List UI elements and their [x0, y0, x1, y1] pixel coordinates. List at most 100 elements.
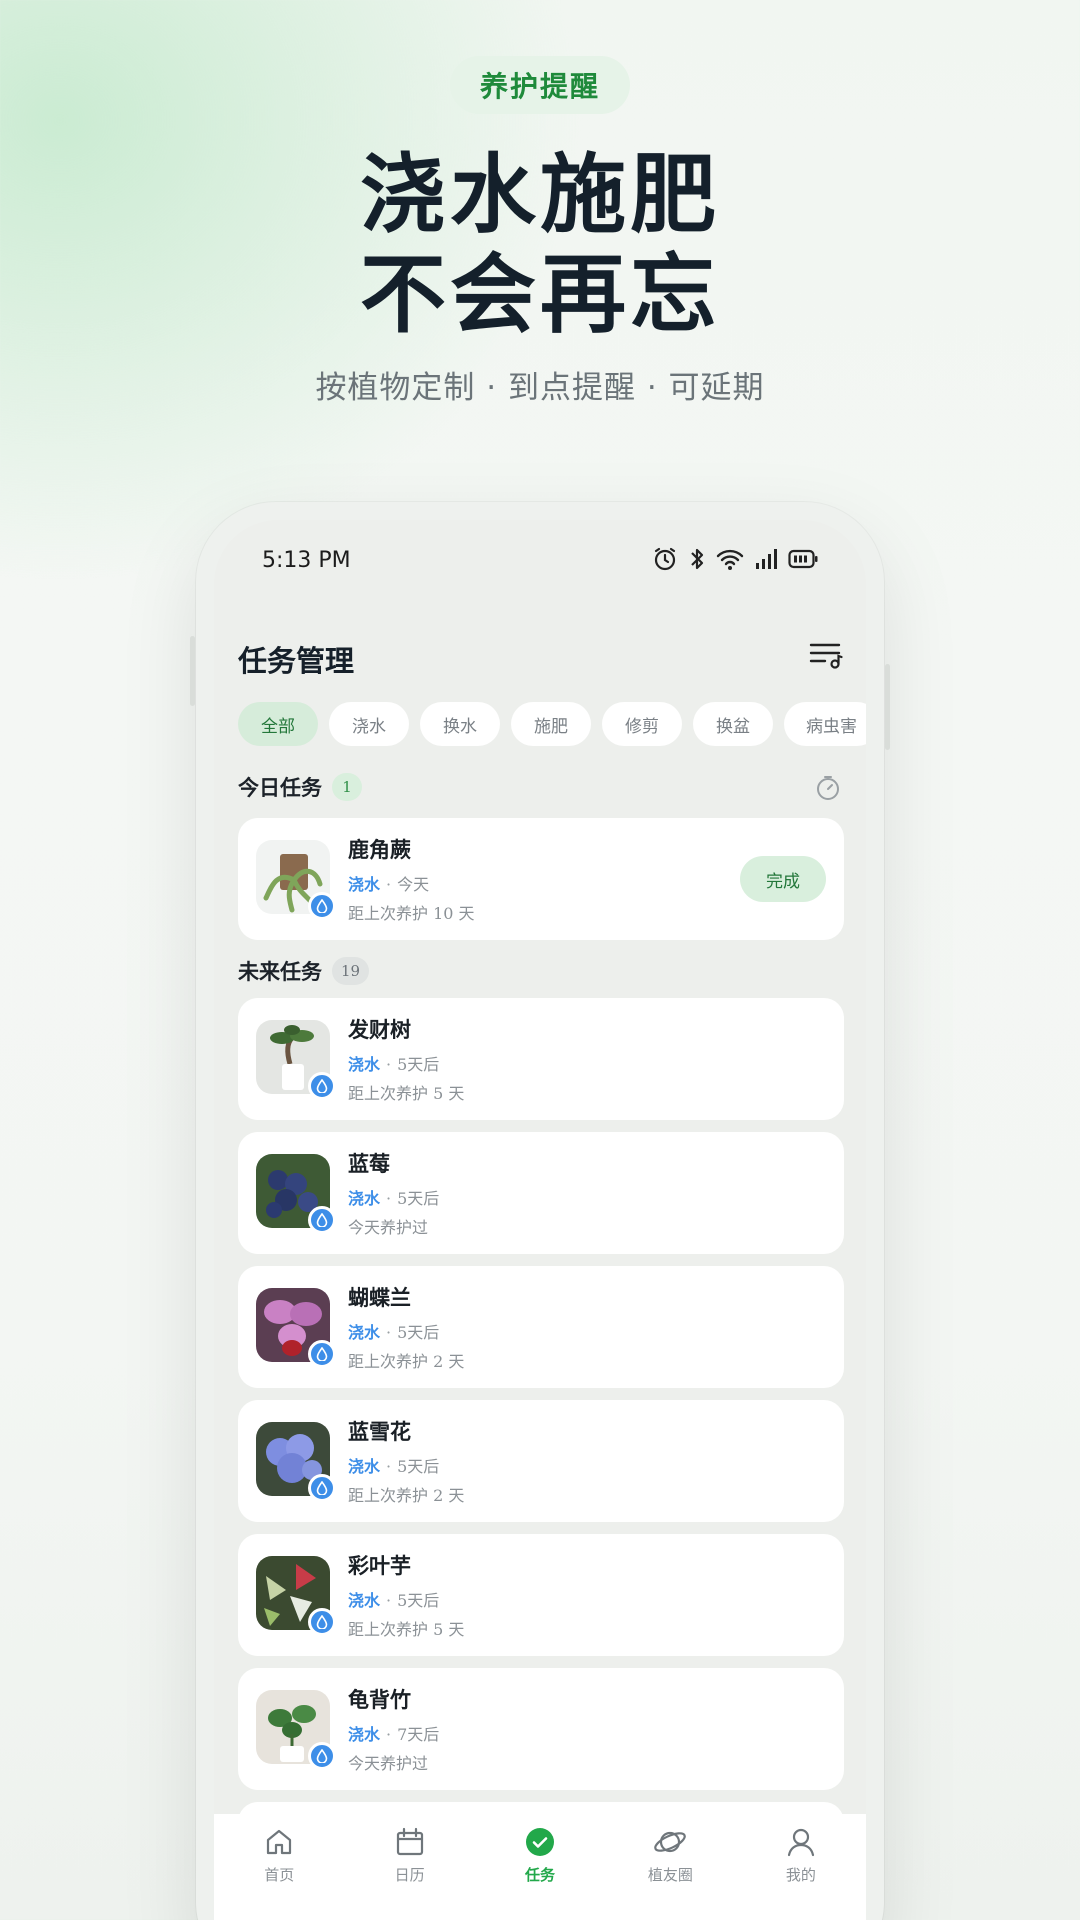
- separator-dot: ·: [386, 1725, 392, 1744]
- future-task-card[interactable]: 蓝雪花 浇水 · 5天后 距上次养护 2 天: [238, 1400, 844, 1522]
- future-section-header: 未来任务 19: [238, 956, 370, 986]
- status-time: 5:13 PM: [262, 548, 351, 573]
- task-due: 5天后: [397, 1055, 440, 1074]
- planet-icon: [654, 1831, 687, 1853]
- tab-community[interactable]: 植友圈: [605, 1814, 735, 1920]
- bottom-tab-bar: 首页 日历 任务 植友圈 我的: [214, 1814, 866, 1920]
- water-drop-icon: [308, 1340, 336, 1368]
- task-type: 浇水: [348, 1725, 381, 1744]
- task-schedule: 浇水 · 5天后: [348, 1319, 439, 1343]
- filter-chip-pest[interactable]: 病虫害: [784, 702, 866, 746]
- profile-icon: [787, 1828, 814, 1857]
- water-drop-icon: [308, 1206, 336, 1234]
- task-schedule: 浇水 · 7天后: [348, 1721, 439, 1745]
- future-section-title: 未来任务: [238, 959, 322, 984]
- task-due: 5天后: [397, 1457, 440, 1476]
- plant-name: 彩叶芋: [348, 1553, 411, 1578]
- filter-chip-change-water[interactable]: 换水: [420, 702, 500, 746]
- filter-chip-prune[interactable]: 修剪: [602, 702, 682, 746]
- tab-label: 日历: [394, 1866, 425, 1884]
- bluetooth-icon: [691, 548, 704, 570]
- promo-headline-line-1: 浇水施肥: [360, 144, 720, 245]
- plant-name: 蝴蝶兰: [348, 1285, 411, 1310]
- future-task-card[interactable]: 发财树 浇水 · 5天后 距上次养护 5 天: [238, 998, 844, 1120]
- task-schedule: 浇水 · 5天后: [348, 1185, 439, 1209]
- future-task-card[interactable]: 龟背竹 浇水 · 7天后 今天养护过: [238, 1668, 844, 1790]
- future-task-card[interactable]: 蝴蝶兰 浇水 · 5天后 距上次养护 2 天: [238, 1266, 844, 1388]
- separator-dot: ·: [386, 1457, 392, 1476]
- water-drop-icon: [308, 1608, 336, 1636]
- plant-name: 鹿角蕨: [348, 837, 411, 862]
- future-task-card[interactable]: 蓝莓 浇水 · 5天后 今天养护过: [238, 1132, 844, 1254]
- water-drop-icon: [308, 1072, 336, 1100]
- future-task-card[interactable]: 彩叶芋 浇水 · 5天后 距上次养护 5 天: [238, 1534, 844, 1656]
- phone-side-button-left: [190, 636, 195, 706]
- today-task-card[interactable]: 鹿角蕨 浇水 · 今天 距上次养护 10 天 完成: [238, 818, 844, 940]
- last-care-note: 今天养护过: [348, 1754, 429, 1773]
- plant-name: 蓝雪花: [348, 1419, 411, 1444]
- water-drop-icon: [308, 1742, 336, 1770]
- task-due: 5天后: [397, 1189, 440, 1208]
- tab-label: 首页: [264, 1866, 295, 1884]
- last-care-note: 距上次养护 10 天: [348, 904, 475, 923]
- task-schedule: 浇水 · 5天后: [348, 1453, 439, 1477]
- tab-calendar[interactable]: 日历: [344, 1814, 474, 1920]
- task-type: 浇水: [348, 1323, 381, 1342]
- tab-tasks[interactable]: 任务: [475, 1814, 605, 1920]
- task-check-icon: [526, 1828, 555, 1856]
- today-section-title: 今日任务: [238, 775, 322, 800]
- task-schedule: 浇水 · 5天后: [348, 1587, 439, 1611]
- filter-chip-repot[interactable]: 换盆: [693, 702, 773, 746]
- promo-headline-line-2: 不会再忘: [360, 244, 720, 345]
- today-count-badge: 1: [332, 773, 362, 801]
- task-type: 浇水: [348, 1457, 381, 1476]
- task-type: 浇水: [348, 875, 381, 894]
- task-type: 浇水: [348, 1055, 381, 1074]
- today-section-header: 今日任务 1: [238, 772, 362, 802]
- future-count-badge: 19: [332, 957, 370, 985]
- last-care-note: 距上次养护 5 天: [348, 1084, 465, 1103]
- filter-chip-water[interactable]: 浇水: [329, 702, 409, 746]
- separator-dot: ·: [386, 1055, 392, 1074]
- separator-dot: ·: [386, 875, 392, 894]
- separator-dot: ·: [386, 1189, 392, 1208]
- sort-filter-icon[interactable]: [808, 640, 844, 670]
- tab-label: 任务: [525, 1866, 556, 1884]
- tab-profile[interactable]: 我的: [736, 1814, 866, 1920]
- tab-label: 植友圈: [647, 1866, 693, 1884]
- water-drop-icon: [308, 892, 336, 920]
- task-due: 5天后: [397, 1591, 440, 1610]
- page-title: 任务管理: [238, 644, 355, 678]
- calendar-icon: [396, 1827, 423, 1856]
- task-type: 浇水: [348, 1591, 381, 1610]
- signal-icon: [756, 549, 777, 569]
- plant-name: 龟背竹: [348, 1687, 411, 1712]
- plant-name: 发财树: [348, 1017, 411, 1042]
- task-type: 浇水: [348, 1189, 381, 1208]
- filter-chip-all[interactable]: 全部: [238, 702, 318, 746]
- separator-dot: ·: [386, 1591, 392, 1610]
- task-due: 5天后: [397, 1323, 440, 1342]
- water-drop-icon: [308, 1474, 336, 1502]
- phone-side-button-right: [885, 664, 890, 750]
- tab-home[interactable]: 首页: [214, 1814, 344, 1920]
- last-care-note: 距上次养护 5 天: [348, 1620, 465, 1639]
- complete-button[interactable]: 完成: [740, 856, 826, 902]
- plant-name: 蓝莓: [348, 1151, 390, 1176]
- task-schedule: 浇水 · 今天: [348, 871, 429, 895]
- last-care-note: 今天养护过: [348, 1218, 429, 1237]
- home-icon: [267, 1829, 292, 1855]
- wifi-icon: [716, 549, 744, 570]
- tab-label: 我的: [785, 1866, 816, 1884]
- alarm-icon: [654, 547, 676, 571]
- task-due: 今天: [397, 875, 430, 894]
- status-icons: [652, 546, 818, 572]
- task-due: 7天后: [397, 1725, 440, 1744]
- task-schedule: 浇水 · 5天后: [348, 1051, 439, 1075]
- promo-subline: 按植物定制 · 到点提醒 · 可延期: [315, 370, 765, 406]
- last-care-note: 距上次养护 2 天: [348, 1352, 465, 1371]
- filter-chip-fertilize[interactable]: 施肥: [511, 702, 591, 746]
- last-care-note: 距上次养护 2 天: [348, 1486, 465, 1505]
- battery-icon: [788, 549, 818, 569]
- timer-icon[interactable]: [814, 774, 842, 802]
